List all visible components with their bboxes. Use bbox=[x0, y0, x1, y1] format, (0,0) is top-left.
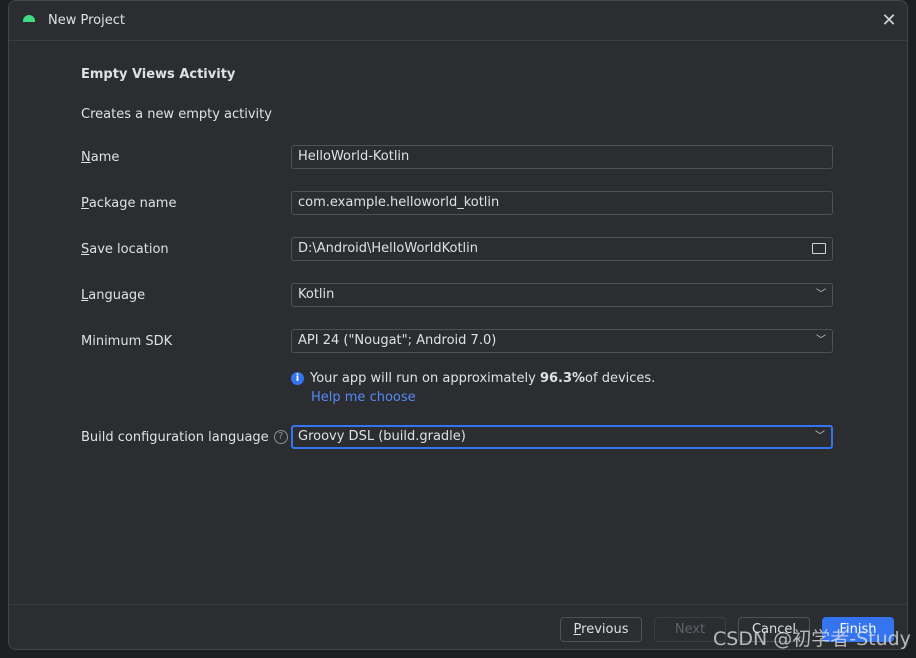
info-icon: i bbox=[291, 372, 304, 385]
language-row: Language Kotlin ﹀ bbox=[81, 283, 835, 307]
info-text: Your app will run on approximately bbox=[310, 371, 536, 386]
coverage-percent: 96.3% bbox=[539, 371, 586, 386]
save-location-input[interactable]: D:\Android\HelloWorldKotlin bbox=[291, 237, 833, 261]
chevron-down-icon: ﹀ bbox=[816, 335, 826, 346]
build-config-row: Build configuration language? Groovy DSL… bbox=[81, 425, 835, 449]
sdk-row: Minimum SDK API 24 ("Nougat"; Android 7.… bbox=[81, 329, 835, 353]
language-value: Kotlin bbox=[298, 287, 335, 302]
sdk-select[interactable]: API 24 ("Nougat"; Android 7.0) ﹀ bbox=[291, 329, 833, 353]
name-row: Name HelloWorld-Kotlin bbox=[81, 145, 835, 169]
language-label: Language bbox=[81, 287, 146, 303]
sdk-info: i Your app will run on approximately 96.… bbox=[291, 371, 655, 386]
chevron-down-icon: ﹀ bbox=[815, 431, 825, 442]
android-icon bbox=[23, 15, 35, 22]
name-label: Name bbox=[81, 149, 120, 165]
save-location-row: Save location D:\Android\HelloWorldKotli… bbox=[81, 237, 835, 261]
name-input[interactable]: HelloWorld-Kotlin bbox=[291, 145, 833, 169]
sdk-label: Minimum SDK bbox=[81, 333, 173, 349]
cancel-button[interactable]: Cancel bbox=[738, 617, 810, 642]
chevron-down-icon: ﹀ bbox=[816, 289, 826, 300]
previous-button[interactable]: Previous bbox=[560, 617, 642, 642]
info-text-end: of devices. bbox=[585, 371, 656, 386]
save-location-label: Save location bbox=[81, 241, 169, 257]
dialog-title: New Project bbox=[48, 13, 125, 28]
folder-icon[interactable] bbox=[812, 243, 826, 254]
language-select[interactable]: Kotlin ﹀ bbox=[291, 283, 833, 307]
new-project-dialog: New Project ✕ Empty Views Activity Creat… bbox=[8, 0, 908, 650]
package-row: Package name com.example.helloworld_kotl… bbox=[81, 191, 835, 215]
build-config-value: Groovy DSL (build.gradle) bbox=[298, 429, 466, 444]
sdk-value: API 24 ("Nougat"; Android 7.0) bbox=[298, 333, 497, 348]
build-config-select[interactable]: Groovy DSL (build.gradle) ﹀ bbox=[291, 425, 833, 449]
title-bar: New Project ✕ bbox=[9, 1, 907, 41]
template-description: Creates a new empty activity bbox=[81, 107, 272, 122]
build-config-label: Build configuration language? bbox=[81, 430, 291, 445]
editor-gutter bbox=[0, 0, 8, 658]
help-icon[interactable]: ? bbox=[273, 430, 288, 444]
package-input[interactable]: com.example.helloworld_kotlin bbox=[291, 191, 833, 215]
help-me-choose-link[interactable]: Help me choose bbox=[311, 390, 416, 405]
template-heading: Empty Views Activity bbox=[81, 67, 236, 82]
dialog-footer: Previous Next Cancel Finish bbox=[9, 604, 907, 649]
finish-button[interactable]: Finish bbox=[822, 617, 894, 642]
next-button[interactable]: Next bbox=[654, 617, 726, 642]
close-icon[interactable]: ✕ bbox=[879, 11, 899, 31]
package-label: Package name bbox=[81, 195, 177, 211]
save-location-value: D:\Android\HelloWorldKotlin bbox=[298, 241, 479, 256]
